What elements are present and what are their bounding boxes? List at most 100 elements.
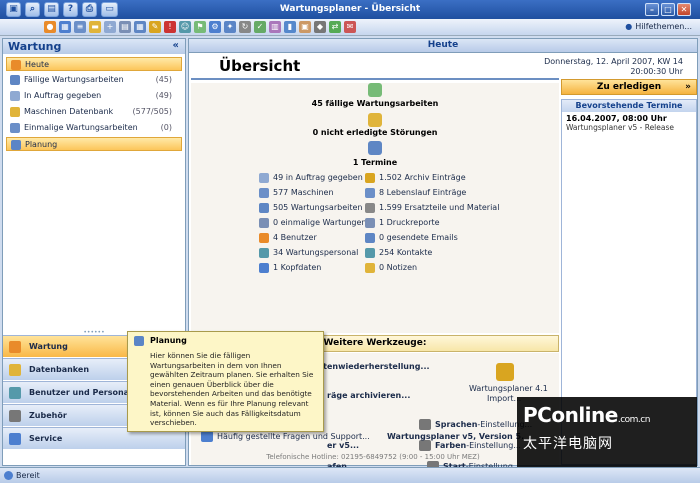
user-icon [259, 233, 269, 243]
version-label: Wartungsplaner v5, Version 5. [387, 432, 525, 441]
appointments-header: Bevorstehende Termine [562, 100, 696, 112]
checklist-icon [368, 83, 382, 97]
todo-button[interactable]: Zu erledigen» [561, 79, 697, 95]
order-icon [10, 91, 20, 101]
archive-icon [365, 173, 375, 183]
stat-wartungsarbeiten[interactable]: 505 Wartungsarbeiten [259, 202, 362, 214]
left-pane-header: Wartung « [3, 39, 185, 54]
header-data-icon [259, 263, 269, 273]
archive-tool-link[interactable]: räge archivieren... [327, 390, 410, 402]
stat-druckreporte[interactable]: 1 Druckreporte [365, 217, 440, 229]
chart-icon[interactable]: ▮ [284, 21, 296, 33]
help-icon: ● [625, 22, 633, 31]
nav-item-einmalige[interactable]: Einmalige Wartungsarbeiten (0) [6, 121, 182, 135]
calendar-icon [10, 75, 20, 85]
nav-item-maschinen[interactable]: Maschinen Datenbank (577/505) [6, 105, 182, 119]
date-display: Donnerstag, 12. April 2007, KW 14 20:00:… [544, 57, 683, 76]
import-icon[interactable] [496, 363, 514, 381]
stat-archiv[interactable]: 1.502 Archiv Einträge [365, 172, 466, 184]
stat-notizen[interactable]: 0 Notizen [365, 262, 417, 274]
faq-link[interactable]: Häufig gestellte Fragen und Support... [201, 431, 370, 443]
status-bar: Bereit [0, 467, 700, 483]
alert-icon[interactable]: ! [164, 21, 176, 33]
history-icon [365, 188, 375, 198]
nav-item-heute[interactable]: Heute [6, 57, 182, 71]
nav-item-faellige[interactable]: Fällige Wartungsarbeiten (45) [6, 73, 182, 87]
planning-icon [134, 336, 144, 346]
open-faults-link[interactable]: 0 nicht erledigte Störungen [191, 128, 559, 137]
nav-item-auftrag[interactable]: In Auftrag gegeben (49) [6, 89, 182, 103]
refresh-icon[interactable]: ↻ [239, 21, 251, 33]
hotline-text: Telefonische Hotline: 02195-6849752 (9:0… [266, 453, 480, 461]
users-icon [9, 387, 21, 399]
single-task-icon [259, 218, 269, 228]
nav-list: Heute Fällige Wartungsarbeiten (45) In Au… [3, 54, 185, 156]
watermark-logo: PConline.com.cn [523, 403, 650, 427]
tooltip-title: Planung [134, 336, 317, 346]
table-icon[interactable]: ▦ [134, 21, 146, 33]
accessory-icon [9, 410, 21, 422]
tools-icon[interactable]: ✦ [224, 21, 236, 33]
contacts-icon [365, 248, 375, 258]
new-icon[interactable]: + [104, 21, 116, 33]
question-icon [201, 431, 213, 442]
stat-auftrag[interactable]: 49 in Auftrag gegeben [259, 172, 363, 184]
folder-icon[interactable]: ▬ [89, 21, 101, 33]
nav-item-planung[interactable]: Planung [6, 137, 182, 151]
archive-icon[interactable]: ▣ [299, 21, 311, 33]
watermark: PConline.com.cn 太平洋电脑网 [517, 397, 697, 467]
mail-icon[interactable]: ✉ [344, 21, 356, 33]
stat-kontakte[interactable]: 254 Kontakte [365, 247, 432, 259]
watermark-cn: 太平洋电脑网 [523, 436, 613, 452]
language-settings-link[interactable]: Sprachen-Einstellung... [419, 419, 532, 431]
staff-icon [259, 248, 269, 258]
divider [191, 78, 559, 80]
print-icon[interactable]: ▤ [119, 21, 131, 33]
flag-icon[interactable]: ⚑ [194, 21, 206, 33]
database-icon [10, 107, 20, 117]
wrench-icon [9, 341, 21, 353]
title-bar: ▣ ⌕ ▤ ? ⎙ ▭ Wartungsplaner - Übersicht –… [0, 0, 700, 19]
tag-icon[interactable]: ◆ [314, 21, 326, 33]
warning-icon [368, 113, 382, 127]
appointment-date[interactable]: 16.04.2007, 08:00 Uhr [562, 112, 696, 123]
close-button[interactable]: ✕ [677, 3, 691, 16]
settings-icon[interactable]: ⚙ [209, 21, 221, 33]
note-icon[interactable]: ✎ [149, 21, 161, 33]
mail-icon [365, 233, 375, 243]
expand-icon: » [685, 82, 691, 92]
appointment-text[interactable]: Wartungsplaner v5 - Release [562, 123, 696, 132]
home-icon [11, 60, 21, 70]
stat-lebenslauf[interactable]: 8 Lebenslauf Einträge [365, 187, 466, 199]
wrench-icon [419, 419, 431, 430]
calendar-icon [368, 141, 382, 155]
stat-personal[interactable]: 34 Wartungspersonal [259, 247, 358, 259]
appointments-link[interactable]: 1 Termine [191, 158, 559, 167]
toolbar: ● ▦ ≡ ▬ + ▤ ▦ ✎ ! ☺ ⚑ ⚙ ✦ ↻ ✓ ▥ ▮ ▣ ◆ ⇄ … [0, 19, 700, 36]
stat-kopfdaten[interactable]: 1 Kopfdaten [259, 262, 321, 274]
calendar-icon[interactable]: ▦ [59, 21, 71, 33]
stat-benutzer[interactable]: 4 Benutzer [259, 232, 317, 244]
stat-emails[interactable]: 0 gesendete Emails [365, 232, 458, 244]
tooltip-body: Hier können Sie die fälligen Wartungsarb… [150, 351, 314, 428]
stat-einmalige[interactable]: 0 einmalige Wartungen [259, 217, 366, 229]
window-title: Wartungsplaner - Übersicht [279, 4, 421, 14]
help-topics[interactable]: ● Hilfethemen... [625, 22, 692, 31]
collapse-icon[interactable]: « [173, 40, 179, 51]
minimize-button[interactable]: – [645, 3, 659, 16]
stat-maschinen[interactable]: 577 Maschinen [259, 187, 334, 199]
overview-panel: 45 fällige Wartungsarbeiten 0 nicht erle… [191, 83, 559, 333]
stat-ersatzteile[interactable]: 1.599 Ersatzteile und Material [365, 202, 499, 214]
gear-icon [365, 203, 375, 213]
planning-icon [11, 140, 21, 150]
users-icon[interactable]: ☺ [179, 21, 191, 33]
report-icon[interactable]: ▥ [269, 21, 281, 33]
list-icon[interactable]: ≡ [74, 21, 86, 33]
check-icon[interactable]: ✓ [254, 21, 266, 33]
due-work-link[interactable]: 45 fällige Wartungsarbeiten [191, 99, 559, 108]
sync-icon[interactable]: ⇄ [329, 21, 341, 33]
home-icon[interactable]: ● [44, 21, 56, 33]
maintenance-icon [259, 203, 269, 213]
maximize-button[interactable]: □ [661, 3, 675, 16]
page-title: Übersicht [219, 57, 301, 75]
